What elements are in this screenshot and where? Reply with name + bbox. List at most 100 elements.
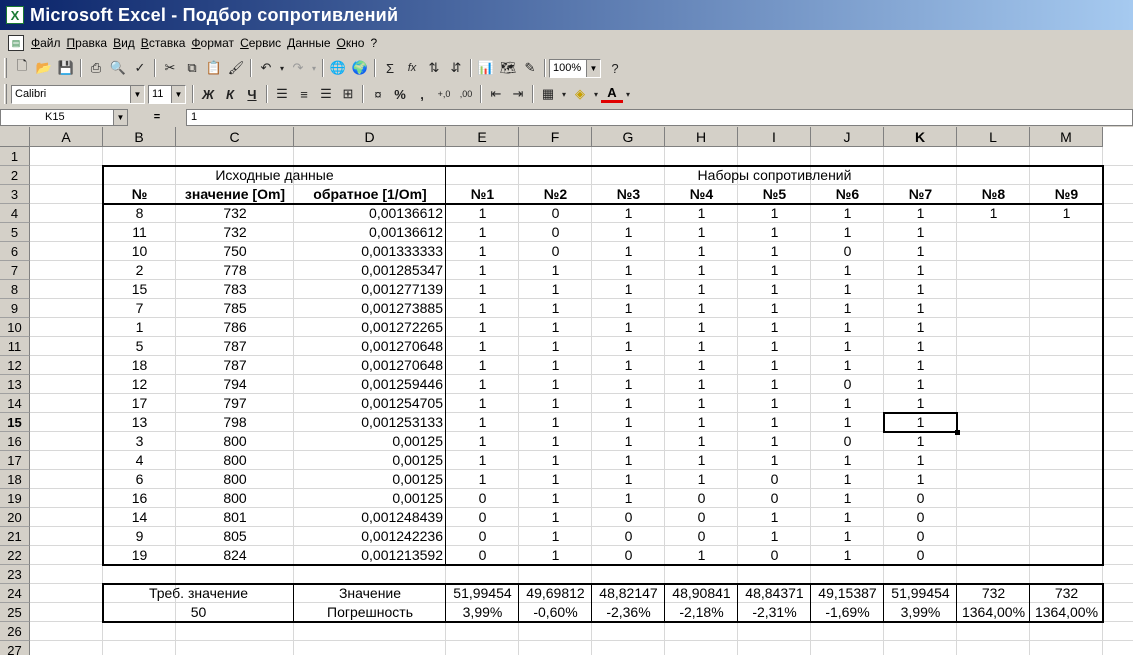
resistor-value[interactable]: 787 bbox=[176, 356, 294, 375]
font-color-button[interactable]: A bbox=[601, 85, 623, 103]
set-sum-value[interactable]: 48,82147 bbox=[592, 584, 665, 603]
resistor-value[interactable]: 805 bbox=[176, 527, 294, 546]
set-flag[interactable]: 1 bbox=[592, 204, 665, 223]
menu-help[interactable]: ? bbox=[367, 36, 380, 50]
function-icon[interactable]: fx bbox=[401, 57, 423, 79]
resistor-number[interactable]: 17 bbox=[103, 394, 176, 413]
header-source-data[interactable]: Исходные данные bbox=[103, 166, 446, 185]
undo-icon[interactable]: ↶ bbox=[255, 57, 277, 79]
underline-button[interactable]: Ч bbox=[241, 83, 263, 105]
set-flag[interactable] bbox=[957, 451, 1030, 470]
set-flag[interactable] bbox=[1030, 546, 1103, 565]
menu-format[interactable]: Формат bbox=[188, 36, 237, 50]
column-header-K[interactable]: K bbox=[884, 127, 957, 147]
set-flag[interactable]: 1 bbox=[738, 204, 811, 223]
resistor-number[interactable]: 8 bbox=[103, 204, 176, 223]
decrease-indent-icon[interactable]: ⇤ bbox=[485, 83, 507, 105]
row-header-9[interactable]: 9 bbox=[0, 299, 30, 318]
column-title[interactable]: значение [Om] bbox=[176, 185, 294, 204]
set-flag[interactable]: 1 bbox=[665, 337, 738, 356]
row-header-7[interactable]: 7 bbox=[0, 261, 30, 280]
set-flag[interactable] bbox=[1030, 299, 1103, 318]
set-flag[interactable]: 1 bbox=[665, 451, 738, 470]
set-flag[interactable]: 1 bbox=[592, 375, 665, 394]
row-header-2[interactable]: 2 bbox=[0, 166, 30, 185]
resistor-number[interactable]: 9 bbox=[103, 527, 176, 546]
resistor-number[interactable]: 16 bbox=[103, 489, 176, 508]
set-flag[interactable]: 1 bbox=[446, 242, 519, 261]
toolbar-grip[interactable] bbox=[4, 84, 7, 104]
row-header-11[interactable]: 11 bbox=[0, 337, 30, 356]
column-header-H[interactable]: H bbox=[665, 127, 738, 147]
borders-icon[interactable]: ▦ bbox=[537, 83, 559, 105]
italic-button[interactable]: К bbox=[219, 83, 241, 105]
currency-icon[interactable]: ¤ bbox=[367, 83, 389, 105]
set-flag[interactable]: 1 bbox=[446, 356, 519, 375]
resistor-value[interactable]: 800 bbox=[176, 451, 294, 470]
set-flag[interactable]: 1 bbox=[446, 223, 519, 242]
set-flag[interactable]: 1 bbox=[738, 356, 811, 375]
resistor-number[interactable]: 2 bbox=[103, 261, 176, 280]
resistor-value[interactable]: 732 bbox=[176, 223, 294, 242]
set-flag[interactable] bbox=[1030, 318, 1103, 337]
set-flag[interactable]: 1 bbox=[519, 375, 592, 394]
resistor-value[interactable]: 794 bbox=[176, 375, 294, 394]
set-flag[interactable]: 1 bbox=[519, 432, 592, 451]
set-flag[interactable]: 1 bbox=[884, 242, 957, 261]
set-flag[interactable] bbox=[1030, 280, 1103, 299]
menu-insert[interactable]: Вставка bbox=[138, 36, 189, 50]
resistor-value[interactable]: 800 bbox=[176, 470, 294, 489]
set-flag[interactable]: 1 bbox=[665, 261, 738, 280]
resistor-value[interactable]: 787 bbox=[176, 337, 294, 356]
resistor-inverse[interactable]: 0,00125 bbox=[294, 451, 446, 470]
set-sum-value[interactable]: 51,99454 bbox=[446, 584, 519, 603]
chevron-down-icon[interactable]: ▼ bbox=[586, 59, 600, 77]
set-title[interactable]: №6 bbox=[811, 185, 884, 204]
office-assistant-icon[interactable]: ? bbox=[604, 57, 626, 79]
resistor-inverse[interactable]: 0,00125 bbox=[294, 489, 446, 508]
set-error[interactable]: -0,60% bbox=[519, 603, 592, 622]
row-header-15[interactable]: 15 bbox=[0, 413, 30, 432]
set-title[interactable]: №4 bbox=[665, 185, 738, 204]
error-label[interactable]: Погрешность bbox=[294, 603, 446, 622]
column-header-L[interactable]: L bbox=[957, 127, 1030, 147]
set-flag[interactable]: 1 bbox=[738, 432, 811, 451]
resistor-number[interactable]: 1 bbox=[103, 318, 176, 337]
print-preview-icon[interactable]: 🔍 bbox=[107, 57, 129, 79]
resistor-inverse[interactable]: 0,001270648 bbox=[294, 337, 446, 356]
resistor-value[interactable]: 797 bbox=[176, 394, 294, 413]
set-title[interactable]: №2 bbox=[519, 185, 592, 204]
set-flag[interactable]: 1 bbox=[665, 470, 738, 489]
set-flag[interactable]: 1 bbox=[738, 527, 811, 546]
set-flag[interactable]: 1 bbox=[519, 356, 592, 375]
set-flag[interactable]: 1 bbox=[738, 223, 811, 242]
resistor-number[interactable]: 7 bbox=[103, 299, 176, 318]
set-flag[interactable]: 1 bbox=[811, 318, 884, 337]
set-flag[interactable] bbox=[957, 318, 1030, 337]
column-header-D[interactable]: D bbox=[294, 127, 446, 147]
set-flag[interactable]: 1 bbox=[738, 337, 811, 356]
menu-data[interactable]: Данные bbox=[284, 36, 333, 50]
set-flag[interactable] bbox=[957, 261, 1030, 280]
comma-style-button[interactable]: , bbox=[411, 83, 433, 105]
set-sum-value[interactable]: 732 bbox=[957, 584, 1030, 603]
fill-color-dropdown-icon[interactable]: ▾ bbox=[591, 83, 601, 105]
set-flag[interactable]: 0 bbox=[446, 546, 519, 565]
set-flag[interactable]: 1 bbox=[519, 280, 592, 299]
set-flag[interactable]: 1 bbox=[592, 318, 665, 337]
row-header-6[interactable]: 6 bbox=[0, 242, 30, 261]
resistor-inverse[interactable]: 0,001277139 bbox=[294, 280, 446, 299]
row-header-13[interactable]: 13 bbox=[0, 375, 30, 394]
set-flag[interactable]: 1 bbox=[738, 451, 811, 470]
set-flag[interactable]: 1 bbox=[519, 413, 592, 432]
set-flag[interactable]: 1 bbox=[519, 299, 592, 318]
set-flag[interactable]: 1 bbox=[884, 280, 957, 299]
set-flag[interactable]: 1 bbox=[738, 242, 811, 261]
row-header-24[interactable]: 24 bbox=[0, 584, 30, 603]
set-flag[interactable]: 0 bbox=[592, 527, 665, 546]
set-flag[interactable]: 1 bbox=[592, 432, 665, 451]
autosum-icon[interactable]: Σ bbox=[379, 57, 401, 79]
set-flag[interactable]: 1 bbox=[811, 470, 884, 489]
increase-indent-icon[interactable]: ⇥ bbox=[507, 83, 529, 105]
set-flag[interactable] bbox=[1030, 337, 1103, 356]
